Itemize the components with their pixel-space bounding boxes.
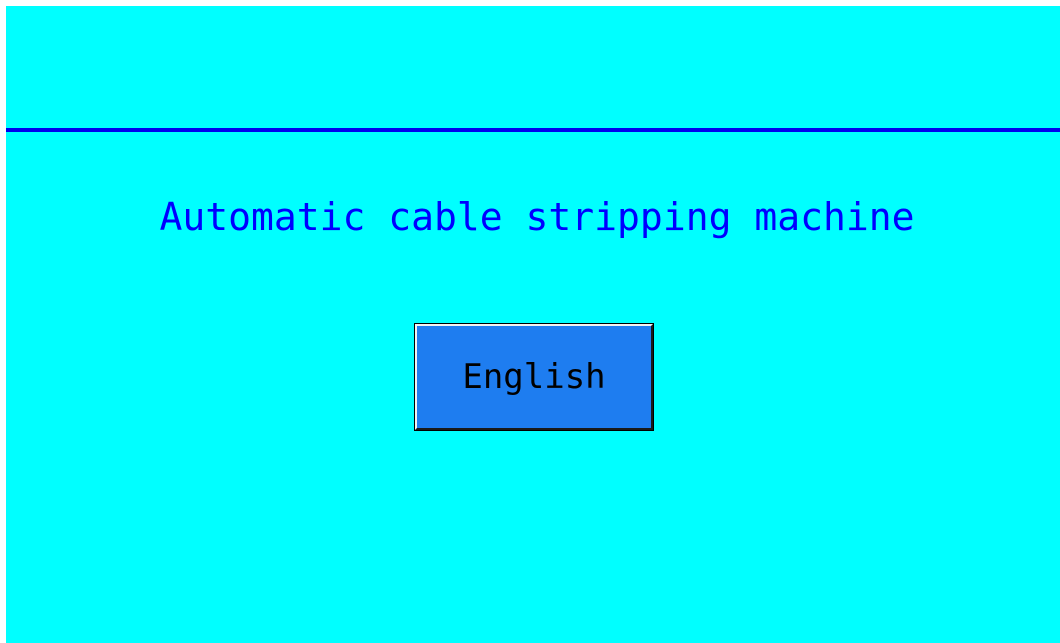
english-language-button[interactable]: English	[414, 323, 654, 431]
english-button-label: English	[462, 357, 606, 397]
hmi-screen: Automatic cable stripping machine Englis…	[6, 6, 1060, 643]
page-title: Automatic cable stripping machine	[159, 195, 915, 239]
header-divider	[6, 128, 1060, 132]
